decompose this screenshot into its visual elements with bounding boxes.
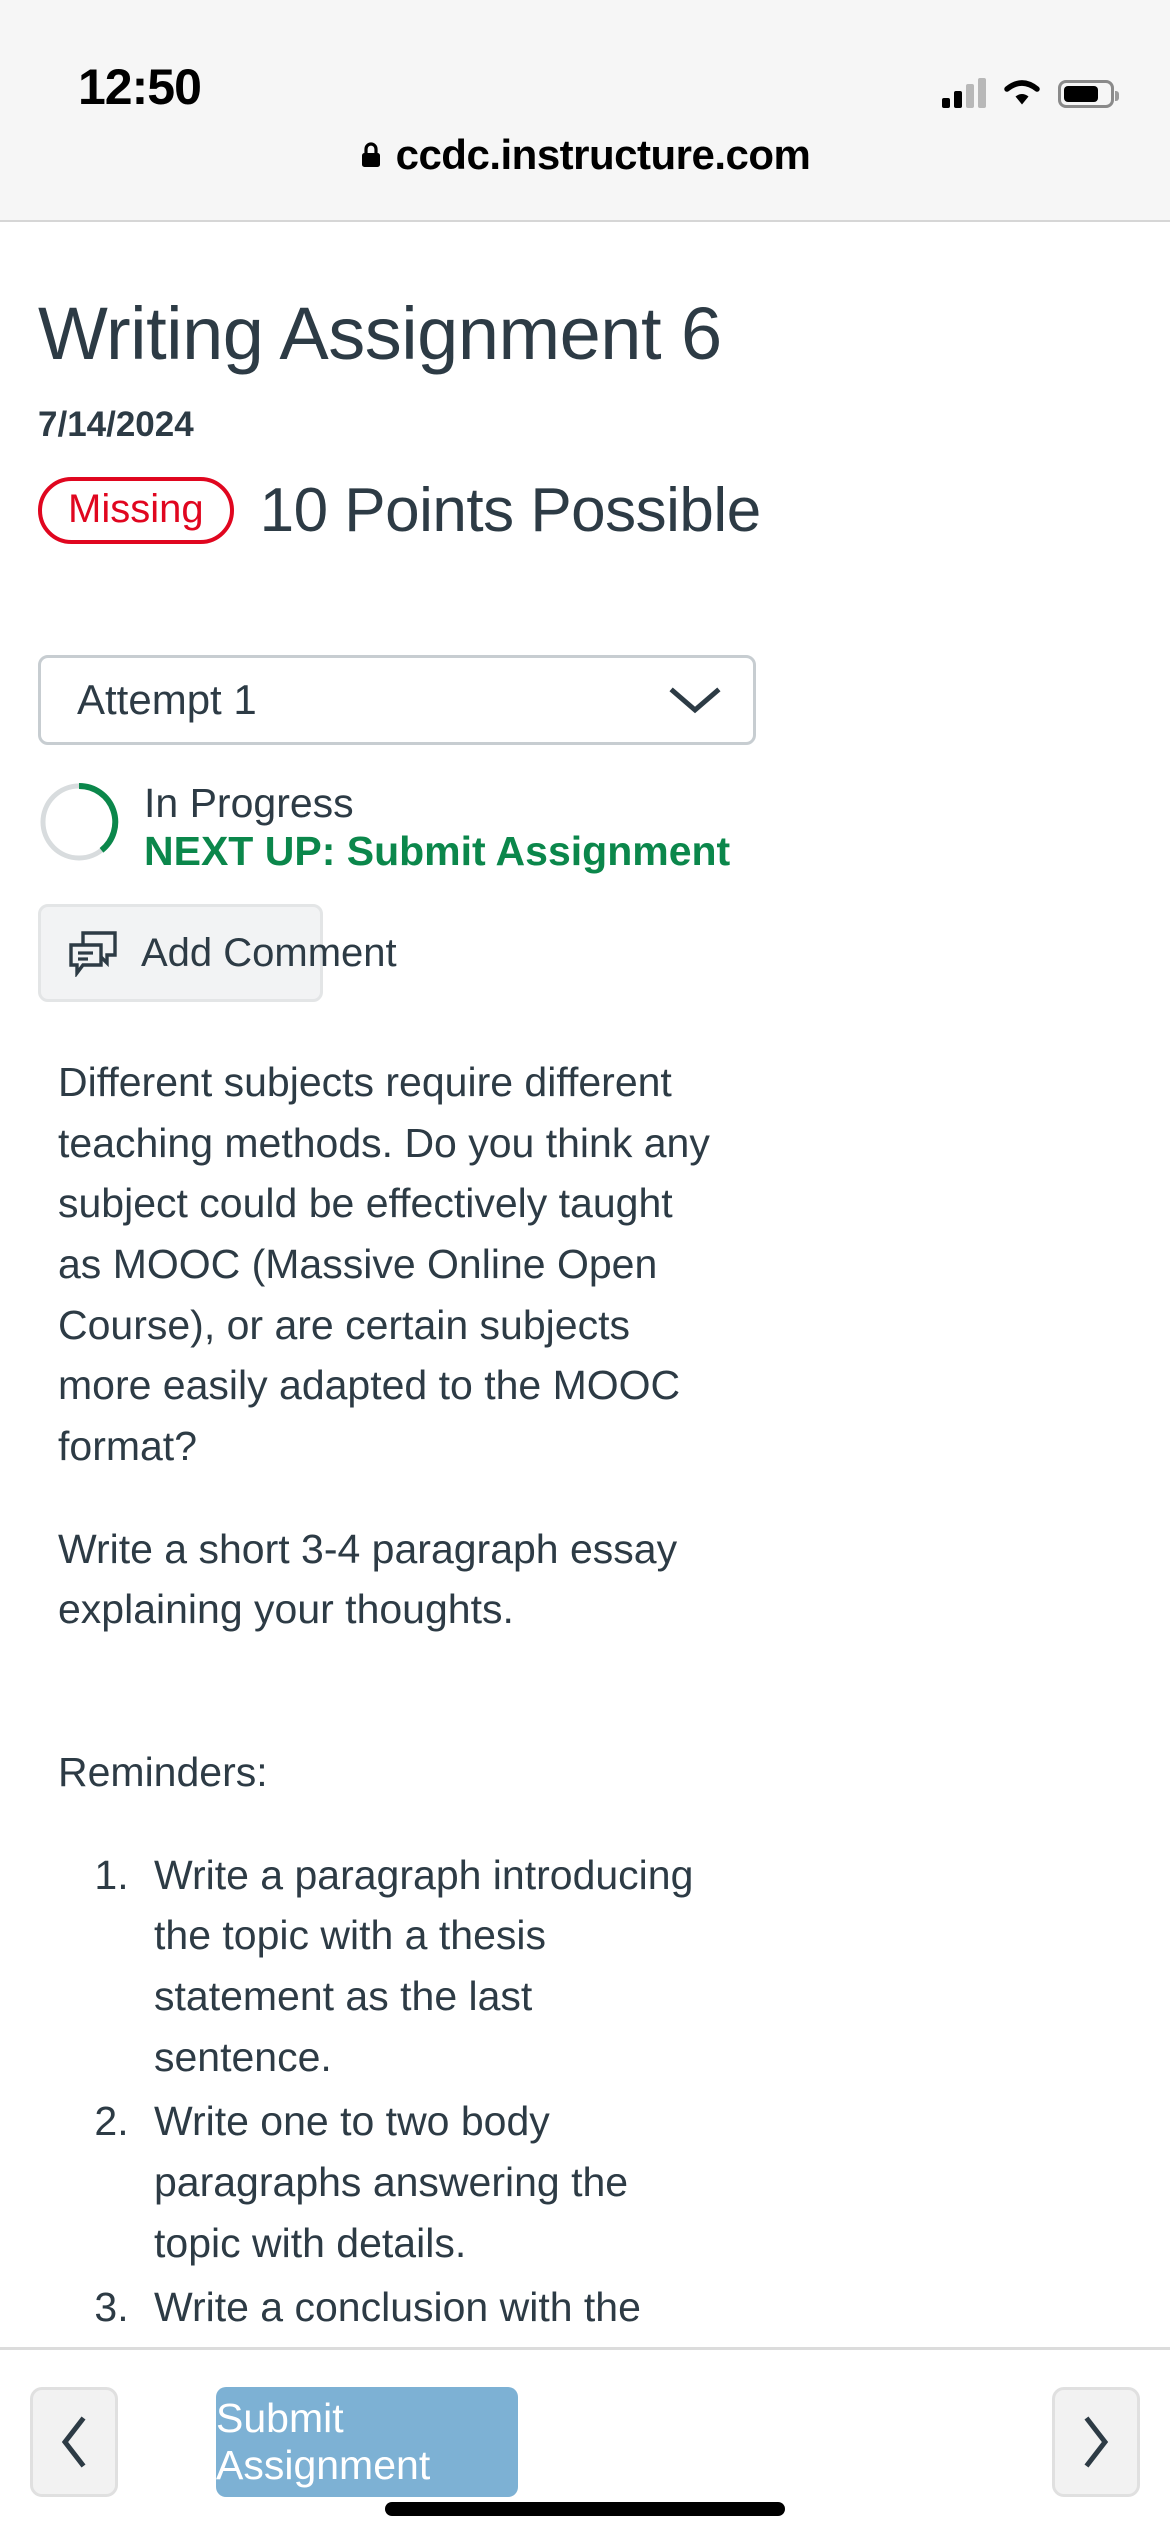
attempt-select[interactable]: Attempt 1 xyxy=(38,655,756,745)
progress-ring-icon xyxy=(40,782,119,861)
submit-assignment-button[interactable]: Submit Assignment xyxy=(216,2387,518,2497)
browser-chrome: 12:50 ccdc.instructure.com xyxy=(0,0,1170,222)
ios-status-bar: 12:50 xyxy=(0,40,1170,115)
phone-screen: 12:50 ccdc.instructure.com Writing Assig… xyxy=(0,0,1170,2532)
add-comment-button[interactable]: Add Comment xyxy=(38,904,397,1002)
progress-state: In Progress xyxy=(144,780,354,826)
list-item: Write a paragraph introducing the topic … xyxy=(140,1845,718,2088)
assignment-description: Different subjects require different tea… xyxy=(58,1052,718,2347)
chevron-down-icon xyxy=(669,687,721,714)
description-paragraph: Different subjects require different tea… xyxy=(58,1059,710,1470)
chevron-left-icon xyxy=(61,2416,86,2468)
status-indicators xyxy=(942,64,1119,108)
url-text: ccdc.instructure.com xyxy=(395,131,811,178)
status-clock: 12:50 xyxy=(78,59,202,115)
page-content: Writing Assignment 6 7/14/2024 Missing 1… xyxy=(0,222,1170,2347)
points-possible: 10 Points Possible xyxy=(259,475,762,545)
add-comment-label: Add Comment xyxy=(141,930,397,975)
list-item: Write one to two body paragraphs answeri… xyxy=(140,2091,718,2273)
home-indicator xyxy=(385,2502,785,2516)
chevron-right-icon xyxy=(1084,2416,1109,2468)
lock-icon xyxy=(361,142,380,167)
list-item: Write a conclusion with the thesis state… xyxy=(140,2277,718,2347)
attempt-select-value: Attempt 1 xyxy=(77,676,257,723)
previous-button[interactable] xyxy=(30,2387,118,2497)
wifi-icon xyxy=(1004,80,1040,105)
cellular-signal-icon xyxy=(942,78,986,108)
due-date: 7/14/2024 xyxy=(38,405,194,444)
url-bar[interactable]: ccdc.instructure.com xyxy=(0,120,1170,190)
bottom-navigation-bar: Submit Assignment xyxy=(0,2347,1170,2532)
progress-text: In Progress NEXT UP: Submit Assignment xyxy=(144,777,730,876)
reminders-list: Write a paragraph introducing the topic … xyxy=(58,1845,718,2347)
reminders-heading: Reminders: xyxy=(58,1749,268,1796)
description-paragraph: Write a short 3-4 paragraph essay explai… xyxy=(58,1525,678,1633)
next-button[interactable] xyxy=(1052,2387,1140,2497)
points-row: Missing 10 Points Possible xyxy=(38,477,761,544)
status-badge: Missing xyxy=(38,477,234,544)
page-title: Writing Assignment 6 xyxy=(38,292,722,375)
comment-bubbles-icon xyxy=(69,931,117,977)
battery-icon xyxy=(1058,80,1119,108)
progress-row: In Progress NEXT UP: Submit Assignment xyxy=(38,777,730,876)
next-up-label: NEXT UP: Submit Assignment xyxy=(144,828,731,875)
